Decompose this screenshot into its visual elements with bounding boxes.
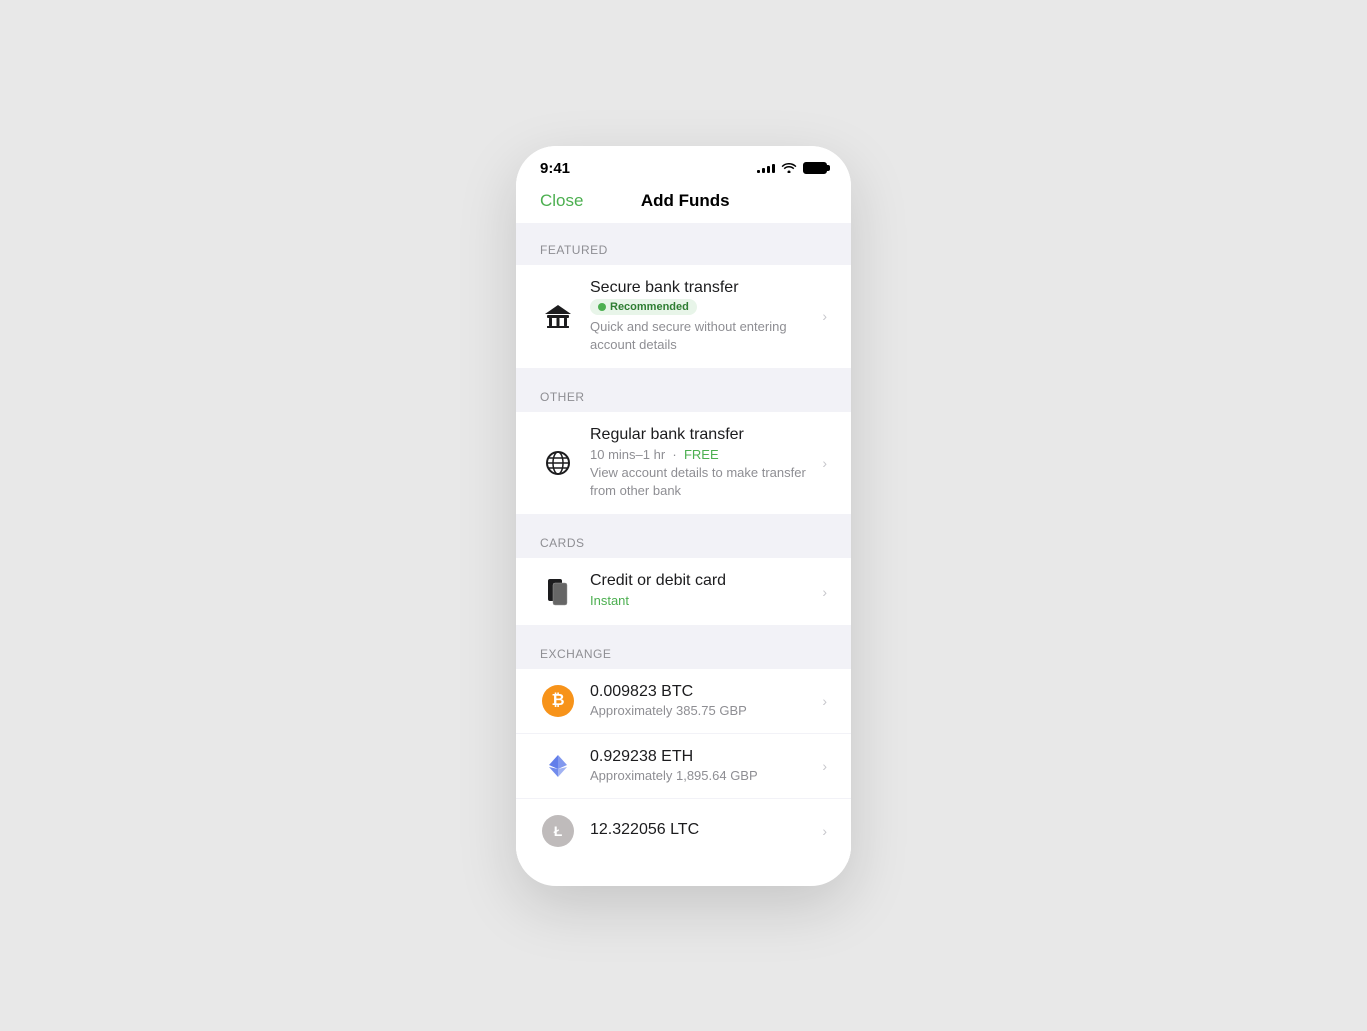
chevron-right-icon: › — [822, 584, 827, 600]
content-area: FEATURED Secure bank transfer — [516, 223, 851, 863]
section-header-other: OTHER — [516, 370, 851, 412]
badge-dot — [598, 303, 606, 311]
section-header-featured: FEATURED — [516, 223, 851, 265]
eth-item[interactable]: 0.929238 ETH Approximately 1,895.64 GBP … — [516, 734, 851, 799]
wifi-icon — [781, 161, 797, 176]
btc-icon: ₿ — [540, 683, 576, 719]
section-header-exchange: EXCHANGE — [516, 627, 851, 669]
recommended-badge: Recommended — [590, 299, 697, 315]
secure-bank-transfer-item[interactable]: Secure bank transfer Recommended Quick a… — [516, 265, 851, 368]
chevron-right-icon: › — [822, 693, 827, 709]
eth-approx: Approximately 1,895.64 GBP — [590, 768, 814, 783]
section-header-cards: CARDS — [516, 516, 851, 558]
credit-debit-card-item[interactable]: Credit or debit card Instant › — [516, 558, 851, 624]
page-title: Add Funds — [641, 191, 730, 211]
regular-bank-transfer-timing: 10 mins–1 hr · FREE — [590, 446, 814, 464]
status-bar: 9:41 — [516, 146, 851, 183]
eth-amount: 0.929238 ETH — [590, 748, 814, 766]
credit-debit-card-title: Credit or debit card — [590, 572, 814, 590]
phone-frame: 9:41 Close Add Funds FEAT — [516, 146, 851, 886]
chevron-right-icon: › — [822, 455, 827, 471]
globe-icon — [540, 445, 576, 481]
eth-content: 0.929238 ETH Approximately 1,895.64 GBP — [590, 748, 814, 783]
regular-bank-transfer-subtitle: View account details to make transfer fr… — [590, 464, 814, 500]
other-section-card: Regular bank transfer 10 mins–1 hr · FRE… — [516, 412, 851, 515]
regular-bank-transfer-content: Regular bank transfer 10 mins–1 hr · FRE… — [590, 426, 814, 501]
exchange-section-card: ₿ 0.009823 BTC Approximately 385.75 GBP … — [516, 669, 851, 863]
ltc-icon: Ł — [540, 813, 576, 849]
regular-bank-transfer-title: Regular bank transfer — [590, 426, 814, 444]
btc-approx: Approximately 385.75 GBP — [590, 703, 814, 718]
signal-icon — [757, 164, 775, 173]
btc-amount: 0.009823 BTC — [590, 683, 814, 701]
secure-bank-transfer-content: Secure bank transfer Recommended Quick a… — [590, 279, 814, 354]
btc-content: 0.009823 BTC Approximately 385.75 GBP — [590, 683, 814, 718]
ltc-amount: 12.322056 LTC — [590, 821, 814, 839]
eth-icon — [540, 748, 576, 784]
close-button[interactable]: Close — [540, 191, 583, 211]
btc-item[interactable]: ₿ 0.009823 BTC Approximately 385.75 GBP … — [516, 669, 851, 734]
bank-icon — [540, 298, 576, 334]
credit-debit-card-content: Credit or debit card Instant — [590, 572, 814, 610]
featured-section-card: Secure bank transfer Recommended Quick a… — [516, 265, 851, 368]
battery-icon — [803, 162, 827, 174]
chevron-right-icon: › — [822, 308, 827, 324]
cards-section-card: Credit or debit card Instant › — [516, 558, 851, 624]
card-icon — [540, 574, 576, 610]
chevron-right-icon: › — [822, 823, 827, 839]
recommended-badge-row: Recommended — [590, 299, 814, 315]
chevron-right-icon: › — [822, 758, 827, 774]
status-icons — [757, 161, 827, 176]
status-time: 9:41 — [540, 160, 570, 177]
nav-bar: Close Add Funds — [516, 183, 851, 223]
ltc-content: 12.322056 LTC — [590, 821, 814, 841]
secure-bank-transfer-title: Secure bank transfer — [590, 279, 814, 297]
credit-debit-card-badge: Instant — [590, 592, 814, 610]
regular-bank-transfer-item[interactable]: Regular bank transfer 10 mins–1 hr · FRE… — [516, 412, 851, 515]
secure-bank-transfer-subtitle: Quick and secure without entering accoun… — [590, 318, 814, 354]
ltc-item[interactable]: Ł 12.322056 LTC › — [516, 799, 851, 863]
